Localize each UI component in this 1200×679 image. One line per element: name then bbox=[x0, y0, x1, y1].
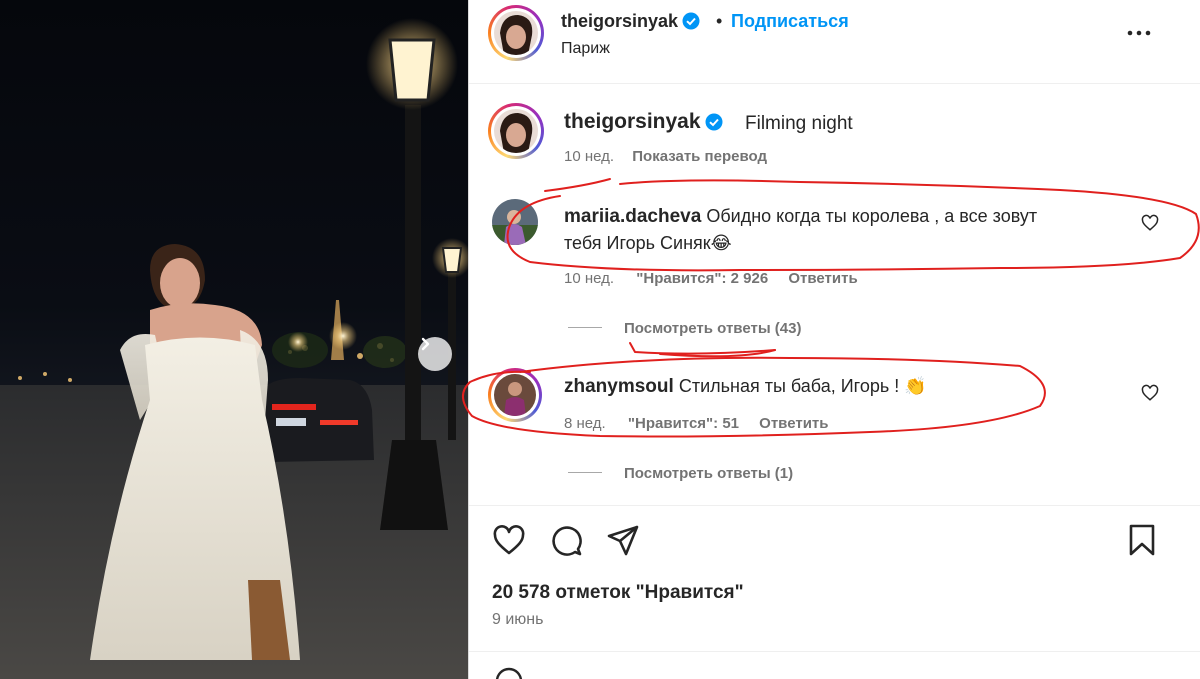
comment-age: 8 нед. bbox=[564, 415, 606, 432]
reply-button[interactable]: Ответить bbox=[788, 270, 857, 287]
more-options-icon[interactable] bbox=[1125, 24, 1153, 42]
like-heart-icon[interactable] bbox=[492, 523, 526, 557]
comment-icon[interactable] bbox=[549, 523, 583, 557]
comment-like-heart-icon[interactable] bbox=[1141, 214, 1159, 232]
likes-count[interactable]: 20 578 отметок "Нравится" bbox=[492, 582, 744, 604]
post-location[interactable]: Париж bbox=[561, 40, 610, 58]
avatar-image bbox=[494, 374, 536, 416]
avatar-image bbox=[494, 11, 538, 55]
separator-dot: • bbox=[716, 11, 723, 31]
caption-age: 10 нед. bbox=[564, 148, 615, 165]
share-icon[interactable] bbox=[606, 523, 640, 557]
comment-age: 10 нед. bbox=[564, 270, 615, 287]
emoji-icon[interactable] bbox=[494, 666, 524, 679]
view-replies-button[interactable]: Посмотреть ответы (1) bbox=[568, 465, 793, 482]
author-username[interactable]: theigorsinyak bbox=[561, 11, 700, 32]
comment-meta-2: 8 нед. "Нравится": 51 Ответить bbox=[564, 415, 829, 432]
reply-button[interactable]: Ответить bbox=[759, 415, 828, 432]
commenter-username[interactable]: zhanymsoul bbox=[564, 376, 674, 397]
caption-username-text[interactable]: theigorsinyak bbox=[564, 110, 701, 133]
comment-body-line1: Стильная ты баба, Игорь ! 👏 bbox=[678, 376, 927, 396]
commenter-avatar[interactable] bbox=[488, 368, 542, 422]
post-date: 9 июнь bbox=[492, 611, 544, 628]
comment-likes[interactable]: "Нравится": 2 926 bbox=[636, 270, 768, 287]
next-photo-button[interactable] bbox=[418, 337, 452, 371]
comment-body-line1: Обидно когда ты королева , а все зовут bbox=[706, 206, 1038, 226]
comment-body-line2: тебя Игорь Синяк😂 bbox=[564, 233, 732, 253]
author-avatar[interactable] bbox=[488, 5, 544, 61]
view-replies-button[interactable]: Посмотреть ответы (43) bbox=[568, 320, 801, 337]
verified-badge-icon bbox=[682, 12, 700, 30]
comment-likes[interactable]: "Нравится": 51 bbox=[628, 415, 739, 432]
comment-like-heart-icon[interactable] bbox=[1141, 384, 1159, 402]
comments-divider bbox=[469, 505, 1200, 506]
header-divider bbox=[469, 83, 1200, 84]
commenter-username[interactable]: mariia.dacheva bbox=[564, 206, 701, 227]
avatar-image bbox=[492, 199, 538, 245]
caption-username[interactable]: theigorsinyak bbox=[564, 110, 723, 134]
verified-badge-icon bbox=[705, 113, 723, 131]
caption-text: Filming night bbox=[745, 113, 853, 134]
caption-meta: 10 нед. Показать перевод bbox=[564, 148, 767, 165]
comment-text-2: zhanymsoul Стильная ты баба, Игорь ! 👏 bbox=[564, 373, 1104, 400]
author-username-text[interactable]: theigorsinyak bbox=[561, 11, 678, 31]
post-photo bbox=[0, 0, 468, 679]
follow-button[interactable]: Подписаться bbox=[731, 11, 849, 32]
avatar-image bbox=[494, 109, 538, 153]
show-translation-link[interactable]: Показать перевод bbox=[632, 148, 767, 165]
footer-divider bbox=[469, 651, 1200, 652]
comment-meta-1: 10 нед. "Нравится": 2 926 Ответить bbox=[564, 270, 858, 287]
chevron-right-icon bbox=[421, 337, 430, 351]
commenter-avatar[interactable] bbox=[492, 199, 538, 245]
comment-text-1: mariia.dacheva Обидно когда ты королева … bbox=[564, 203, 1104, 257]
caption-avatar[interactable] bbox=[488, 103, 544, 159]
post-details-panel: theigorsinyak • Подписаться Париж theigo… bbox=[468, 0, 1200, 679]
bookmark-icon[interactable] bbox=[1125, 523, 1159, 557]
night-street-photo bbox=[0, 18, 468, 679]
